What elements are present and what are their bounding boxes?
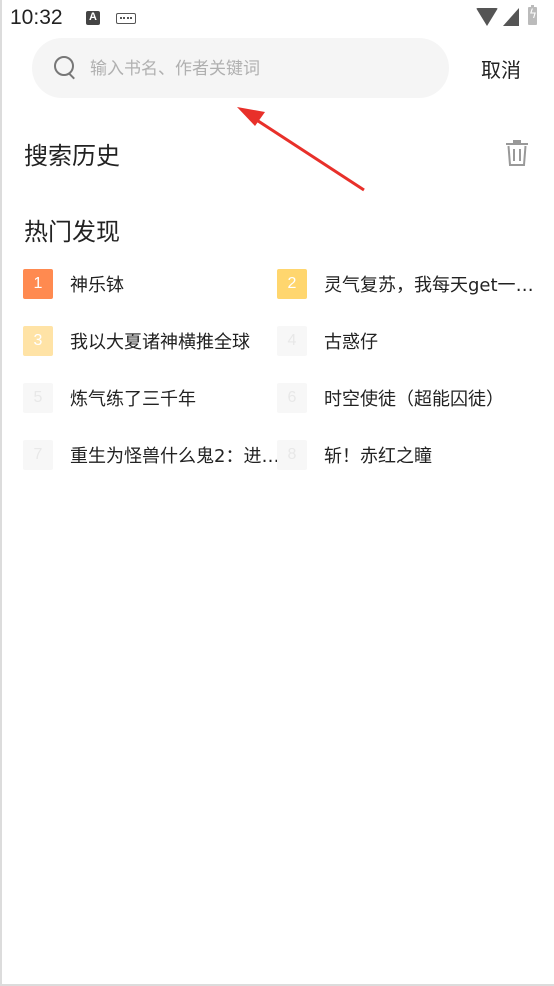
rank-badge: 1 [23,269,53,299]
hot-item-title: 灵气复苏，我每天get一个新技能 [324,275,534,296]
search-box[interactable] [32,38,449,98]
cancel-button[interactable]: 取消 [470,52,532,84]
hot-list-item[interactable]: 2 灵气复苏，我每天get一个新技能 [277,269,537,301]
hot-list-item[interactable]: 8 斩！赤红之瞳 [277,440,537,472]
rank-badge: 7 [23,440,53,470]
rank-badge: 2 [277,269,307,299]
frame-edge-left [0,0,2,986]
rank-badge: 4 [277,326,307,356]
hot-item-title: 我以大夏诸神横推全球 [70,332,250,353]
annotation-arrow-head [237,107,265,126]
signal-icon [503,8,519,26]
wifi-icon [476,8,498,26]
keyboard-icon [116,13,136,24]
hot-item-title: 斩！赤红之瞳 [324,446,432,467]
hot-item-title: 重生为怪兽什么鬼2：进化之路 [70,446,280,467]
rank-badge: 5 [23,383,53,413]
rank-badge: 3 [23,326,53,356]
search-input[interactable] [88,50,432,88]
rank-badge: 8 [277,440,307,470]
status-time: 10:32 [10,6,63,29]
search-history-title: 搜索历史 [24,142,120,170]
rank-badge: 6 [277,383,307,413]
hot-discoveries-title: 热门发现 [24,218,120,246]
text-notification-icon [86,11,100,25]
hot-item-title: 时空使徒（超能囚徒） [324,389,504,410]
hot-list-item[interactable]: 4 古惑仔 [277,326,537,358]
hot-item-title: 炼气练了三千年 [70,389,196,410]
hot-list-item[interactable]: 3 我以大夏诸神横推全球 [23,326,273,358]
annotation-arrow-shaft [251,115,365,192]
search-icon [54,56,74,76]
hot-item-title: 古惑仔 [324,332,378,353]
hot-list-item[interactable]: 1 神乐钵 [23,269,273,301]
status-bar: 10:32 [0,0,554,36]
hot-item-title: 神乐钵 [70,275,124,296]
battery-charging-icon [528,5,537,25]
hot-list-item[interactable]: 5 炼气练了三千年 [23,383,273,415]
hot-list-item[interactable]: 7 重生为怪兽什么鬼2：进化之路 [23,440,280,472]
trash-icon[interactable] [506,140,528,166]
hot-list-item[interactable]: 6 时空使徒（超能囚徒） [277,383,537,415]
